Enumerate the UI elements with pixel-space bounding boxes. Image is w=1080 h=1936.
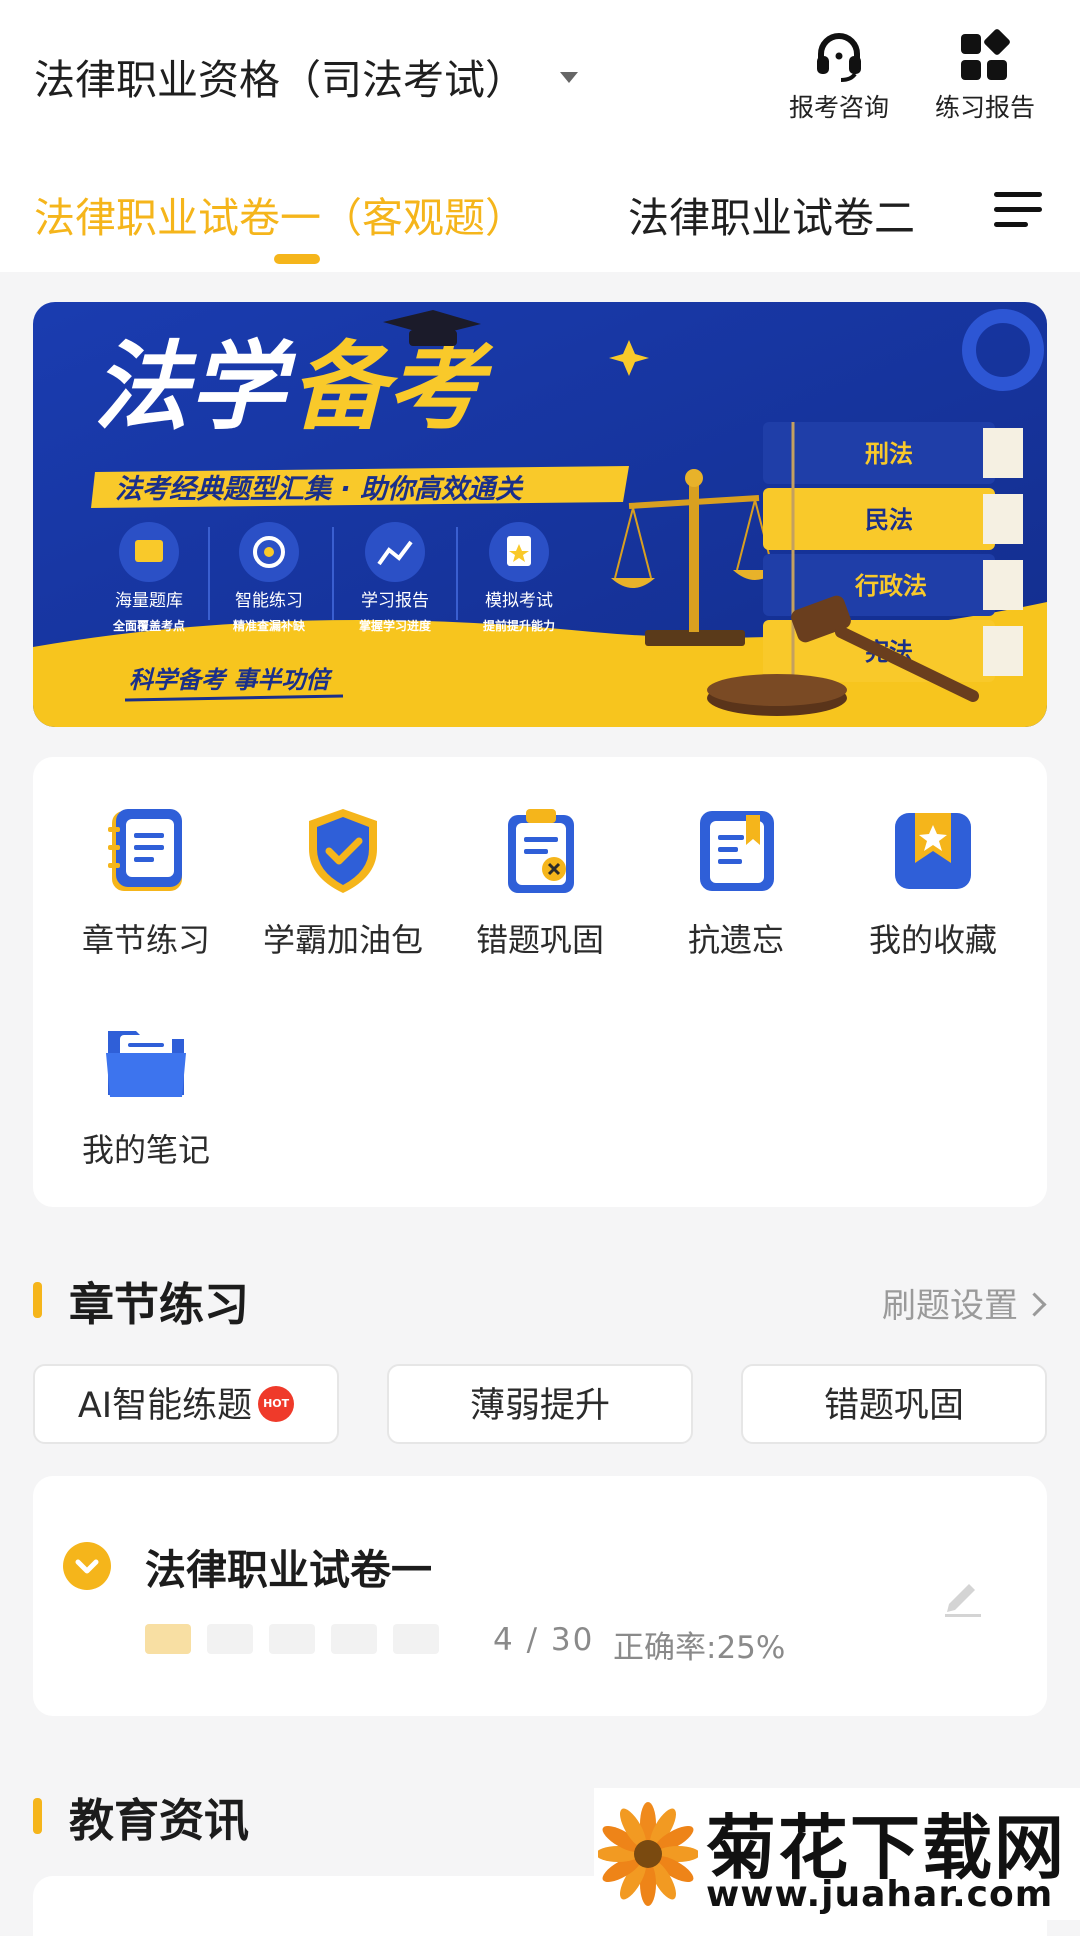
menu-favorites[interactable]: 我的收藏 — [833, 805, 1033, 961]
weak-improve-label: 薄弱提升 — [469, 1386, 610, 1426]
section-title: 章节练习 — [69, 1278, 250, 1331]
paper-progress-card[interactable]: 法律职业试卷一 4 / 30 正确率:25% — [33, 1476, 1047, 1716]
menu-chapter-practice[interactable]: 章节练习 — [46, 805, 246, 961]
accuracy-rate: 正确率:25% — [613, 1630, 786, 1666]
section-title: 教育资讯 — [69, 1794, 250, 1847]
chapter-section-header: 章节练习 刷题设置 — [33, 1268, 1047, 1331]
quick-menu-card: 章节练习 学霸加油包 错题巩固 抗遗忘 我的收藏 我的笔记 — [33, 757, 1047, 1207]
practice-report-label: 练习报告 — [934, 93, 1035, 122]
banner-slogan: 科学备考 事半功倍 — [129, 666, 333, 694]
menu-label: 我的收藏 — [868, 921, 997, 959]
menu-label: 抗遗忘 — [687, 921, 784, 959]
menu-label: 我的笔记 — [81, 1131, 210, 1169]
ai-practice-label: AI智能练题 — [77, 1386, 253, 1426]
feature-title: 学习报告 — [361, 591, 429, 611]
menu-icon[interactable] — [994, 190, 1044, 230]
caret-down-icon[interactable] — [560, 72, 578, 83]
book-label: 民法 — [865, 506, 913, 534]
practice-settings-link[interactable]: 刷题设置 — [882, 1278, 1047, 1327]
consult-label: 报考咨询 — [788, 93, 889, 122]
wrong-review-label: 错题巩固 — [823, 1386, 964, 1426]
tab-paper-one[interactable]: 法律职业试卷一（客观题） — [34, 184, 526, 244]
top-bar: 法律职业资格（司法考试） 报考咨询 练习报告 法律职业试卷一（客观题） 法律职业… — [0, 0, 1080, 272]
feature-title: 智能练习 — [235, 591, 303, 611]
wrong-review-button[interactable]: 错题巩固 — [741, 1364, 1047, 1444]
headset-icon — [811, 28, 867, 84]
progress-segment — [269, 1624, 315, 1654]
menu-anti-forget[interactable]: 抗遗忘 — [636, 805, 836, 961]
section-accent-bar — [33, 1282, 42, 1318]
chevron-right-icon — [1022, 1292, 1047, 1317]
banner-title-white: 法学 — [93, 331, 297, 443]
progress-segment — [393, 1624, 439, 1654]
promo-banner[interactable]: 法学 备考 法考经典题型汇集 · 助你高效通关 海量题库 全面覆盖考点 智能练习 — [33, 302, 1047, 727]
star-bookmark-icon — [887, 805, 979, 897]
menu-label: 错题巩固 — [475, 921, 604, 959]
feature-title: 海量题库 — [115, 591, 183, 611]
exam-selector-title[interactable]: 法律职业资格（司法考试） — [34, 46, 526, 106]
notebook-icon — [100, 805, 192, 897]
menu-label: 章节练习 — [81, 921, 210, 959]
ai-practice-button[interactable]: AI智能练题 HOT — [33, 1364, 339, 1444]
watermark-url: www.juahar.com — [706, 1874, 1054, 1915]
menu-label: 学霸加油包 — [262, 921, 423, 959]
progress-segment — [145, 1624, 191, 1654]
paper-title: 法律职业试卷一 — [145, 1546, 432, 1594]
document-bookmark-icon — [690, 805, 782, 897]
feature-desc: 精准查漏补缺 — [233, 618, 306, 633]
expand-chevron-icon[interactable] — [63, 1542, 111, 1590]
feature-desc: 提前提升能力 — [483, 618, 555, 633]
edit-icon[interactable] — [939, 1572, 985, 1618]
menu-notes[interactable]: 我的笔记 — [46, 1015, 246, 1171]
feature-desc: 全面覆盖考点 — [112, 618, 185, 633]
menu-wrong-questions[interactable]: 错题巩固 — [440, 805, 640, 961]
tab-paper-two[interactable]: 法律职业试卷二 — [628, 184, 915, 244]
hot-badge: HOT — [258, 1386, 295, 1422]
consult-button[interactable]: 报考咨询 — [774, 28, 904, 124]
weak-improve-button[interactable]: 薄弱提升 — [387, 1364, 693, 1444]
progress-count: 4 / 30 — [493, 1622, 595, 1658]
book-label: 刑法 — [865, 440, 913, 468]
shield-check-icon — [297, 805, 389, 897]
practice-settings-label: 刷题设置 — [882, 1286, 1018, 1326]
flower-logo-icon — [596, 1796, 700, 1912]
grid-report-icon — [957, 28, 1013, 84]
banner-title-yellow: 备考 — [291, 331, 494, 443]
feature-desc: 掌握学习进度 — [359, 618, 432, 633]
feature-title: 模拟考试 — [485, 591, 553, 611]
section-accent-bar — [33, 1798, 42, 1834]
active-tab-indicator — [274, 254, 320, 264]
progress-segment — [207, 1624, 253, 1654]
progress-segment — [331, 1624, 377, 1654]
clipboard-x-icon — [494, 805, 586, 897]
book-label: 行政法 — [854, 572, 927, 600]
banner-subtitle: 法考经典题型汇集 · 助你高效通关 — [115, 474, 524, 505]
site-watermark: 菊花下载网 www.juahar.com — [594, 1788, 1080, 1920]
folder-icon — [100, 1015, 192, 1107]
menu-study-pack[interactable]: 学霸加油包 — [243, 805, 443, 961]
practice-report-button[interactable]: 练习报告 — [920, 28, 1050, 124]
